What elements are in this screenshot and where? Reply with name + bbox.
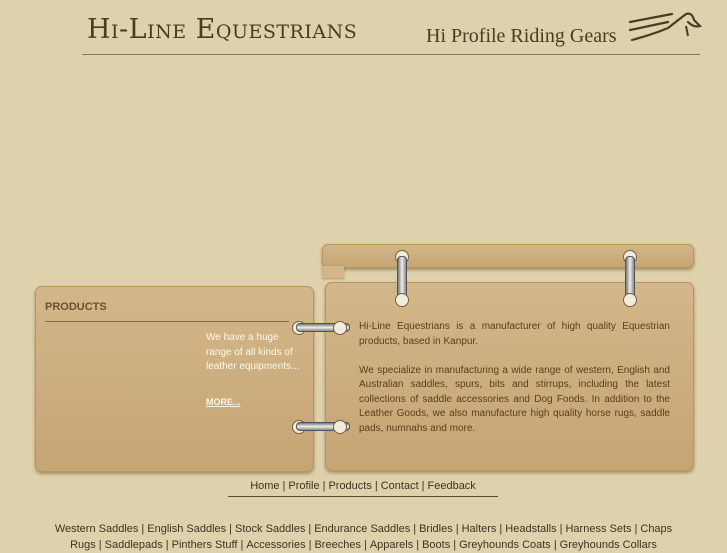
products-heading: PRODUCTS [45,301,289,322]
nav-separator: | [421,480,425,492]
site-header: Hi-Line Equestrians Hi Profile Riding Ge… [82,0,702,55]
category-line-1: Western Saddles | English Saddles | Stock Sa… [54,523,673,535]
category-link[interactable]: Saddlepads [105,539,163,551]
category-links: Western Saddles | English Saddles | Stock Sa… [0,521,727,553]
board-tab [322,266,344,278]
brand-tagline: Hi Profile Riding Gears [426,25,617,47]
ring-hole [395,293,409,307]
nav-home[interactable]: Home [250,480,279,492]
category-link[interactable]: Western Saddles [55,523,139,535]
category-link[interactable]: Stock Saddles [235,523,305,535]
category-link[interactable]: English Saddles [147,523,226,535]
category-link[interactable]: Boots [422,539,450,551]
category-link[interactable]: Chaps [640,523,672,535]
category-link[interactable]: Halters [462,523,497,535]
ring-hole [623,293,637,307]
more-link[interactable]: MORE... [206,397,241,407]
ring-hole [333,321,347,335]
category-line-2: Rugs | Saddlepads | Pinthers Stuff | Accessori… [70,539,657,551]
category-link[interactable]: Endurance Saddles [314,523,410,535]
top-hanging-board [322,244,694,268]
about-text: Hi-Line Equestrians is a manufacturer of… [359,320,670,451]
about-paragraph-1: Hi-Line Equestrians is a manufacturer of… [359,321,670,347]
products-description: We have a huge range of all kinds of lea… [206,332,300,372]
category-link[interactable]: Accessories [246,539,305,551]
category-link[interactable]: Bridles [419,523,453,535]
category-link[interactable]: Headstalls [505,523,556,535]
nav-separator: | [374,480,378,492]
brand-title: Hi-Line Equestrians [87,14,358,45]
about-paragraph-2: We specialize in manufacturing a wide ra… [359,364,670,434]
nav-products[interactable]: Products [328,480,371,492]
ring-hole [333,420,347,434]
main-nav: Home | Profile | Products | Contact | Feedback [228,480,498,497]
category-link[interactable]: Harness Sets [565,523,631,535]
category-link[interactable]: Rugs [70,539,96,551]
nav-profile[interactable]: Profile [288,480,319,492]
nav-feedback[interactable]: Feedback [428,480,476,492]
category-link[interactable]: Apparels [370,539,413,551]
category-link[interactable]: Pinthers Stuff [172,539,238,551]
category-link[interactable]: Greyhounds Collars [560,539,657,551]
nav-contact[interactable]: Contact [381,480,419,492]
horse-saddle-logo-icon [628,12,702,42]
category-link[interactable]: Breeches [314,539,360,551]
category-link[interactable]: Greyhounds Coats [459,539,551,551]
